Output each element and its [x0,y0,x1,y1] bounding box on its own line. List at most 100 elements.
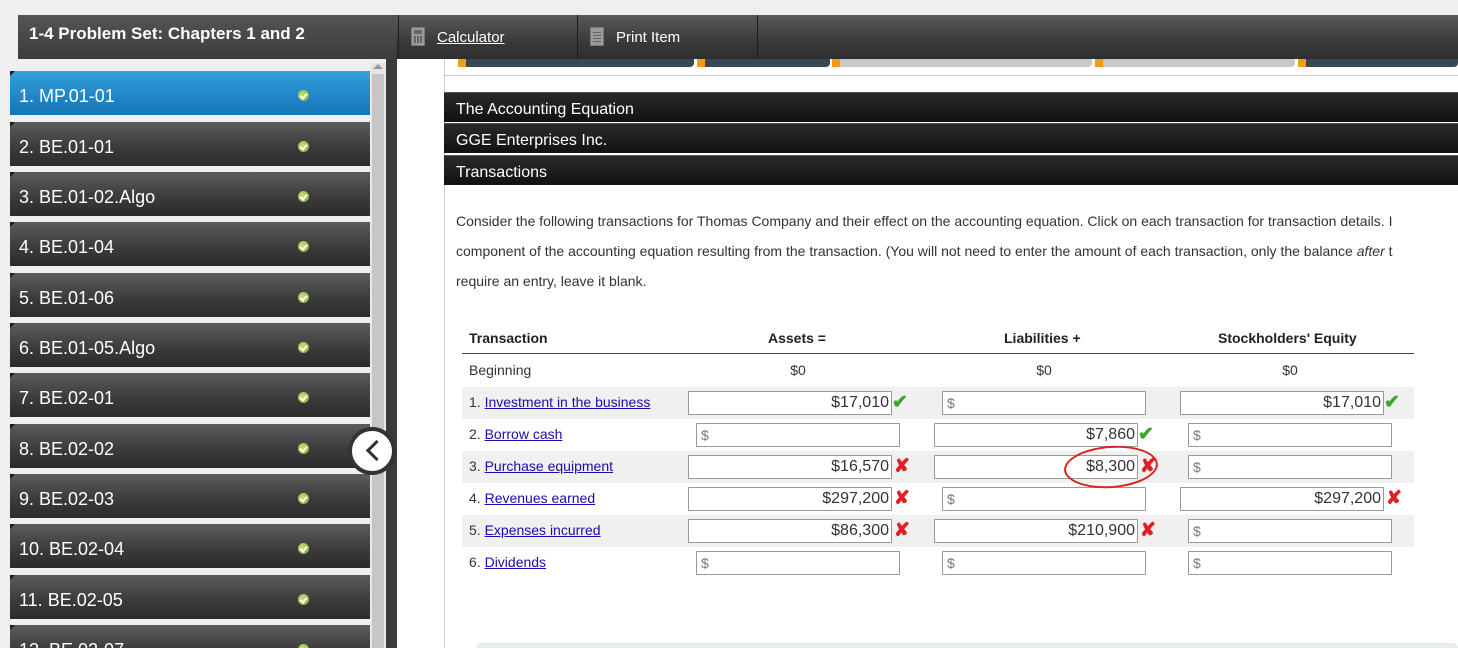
column-header-assets: Assets = [768,330,826,346]
sidebar-item-label: 5. BE.01-06 [19,288,115,308]
print-item-button[interactable]: Print Item [578,15,758,59]
incorrect-x-icon: ✘ [894,488,910,509]
sidebar-item-label: 2. BE.01-01 [19,137,115,157]
check-status-icon [298,493,309,504]
problem-tab[interactable] [832,59,1092,67]
sidebar-item-8[interactable]: 8. BE.02-02 [10,424,370,468]
transaction-link-revenues-earned[interactable]: Revenues earned [485,490,596,506]
sidebar-item-7[interactable]: 7. BE.02-01 [10,373,370,417]
calculator-button[interactable]: Calculator [398,15,578,59]
transaction-link-expenses-incurred[interactable]: Expenses incurred [485,522,601,538]
equity-input-3[interactable]: $ [1188,455,1392,479]
sidebar-item-12[interactable]: 12. BE.02-07 [10,625,370,648]
sidebar-item-1[interactable]: 1. MP.01-01 [10,71,370,115]
problem-tab[interactable] [1095,59,1295,67]
problem-tab[interactable] [697,59,830,67]
assets-input-5[interactable]: $86,300 [688,519,892,543]
heading-transactions: Transactions [444,155,1458,185]
liabilities-input-4[interactable]: $ [942,487,1146,511]
assets-input-6[interactable]: $ [696,551,900,575]
column-header-equity: Stockholders' Equity [1218,330,1357,346]
check-status-icon [298,543,309,554]
calculator-label: Calculator [437,29,505,46]
question-list: 1. MP.01-01 2. BE.01-01 3. BE.01-02.Algo… [10,63,370,648]
document-icon [590,27,604,46]
transaction-cell: 1. Investment in the business [469,394,651,410]
sidebar-item-5[interactable]: 5. BE.01-06 [10,273,370,317]
table-row: 3. Purchase equipment $16,570 ✘ $8,300 ✘… [462,451,1414,483]
sidebar-item-label: 4. BE.01-04 [19,237,115,257]
check-status-icon [298,443,309,454]
collapse-sidebar-chevron-left-icon[interactable] [348,427,396,475]
check-status-icon [298,191,309,202]
beginning-liabilities: $0 [1036,362,1052,378]
assets-input-3[interactable]: $16,570 [688,455,892,479]
incorrect-x-icon: ✘ [1140,520,1156,541]
assets-input-4[interactable]: $297,200 [688,487,892,511]
incorrect-x-icon: ✘ [894,520,910,541]
dollar-sign: $ [947,555,955,571]
dollar-sign: $ [1193,459,1201,475]
check-status-icon [298,342,309,353]
dollar-sign: $ [947,395,955,411]
sidebar-item-2[interactable]: 2. BE.01-01 [10,122,370,166]
transaction-cell: 4. Revenues earned [469,490,596,506]
table-row: 1. Investment in the business $17,010 ✔ … [462,387,1414,419]
sidebar-item-label: 3. BE.01-02.Algo [19,187,156,207]
assets-input-1[interactable]: $17,010 [688,391,892,415]
column-header-liabilities: Liabilities + [1004,330,1081,346]
equity-input-6[interactable]: $ [1188,551,1392,575]
sidebar-item-4[interactable]: 4. BE.01-04 [10,222,370,266]
sidebar-item-3[interactable]: 3. BE.01-02.Algo [10,172,370,216]
calculator-icon [411,27,425,46]
sidebar-item-11[interactable]: 11. BE.02-05 [10,575,370,619]
equity-input-2[interactable]: $ [1188,423,1392,447]
transaction-cell: 2. Borrow cash [469,426,563,442]
sidebar-item-label: 8. BE.02-02 [19,439,115,459]
table-row-beginning: Beginning $0 $0 $0 [462,355,1414,387]
dollar-sign: $ [1193,523,1201,539]
dollar-sign: $ [701,427,709,443]
correct-check-icon: ✔ [892,392,908,413]
transaction-link-investment[interactable]: Investment in the business [485,394,651,410]
transaction-cell: 5. Expenses incurred [469,522,601,538]
transaction-cell: 6. Dividends [469,554,547,570]
equity-input-5[interactable]: $ [1188,519,1392,543]
scroll-up-arrow-icon[interactable] [373,64,383,69]
problem-tab[interactable] [1298,59,1458,67]
equity-input-4[interactable]: $297,200 [1180,487,1384,511]
sidebar-divider [386,59,397,648]
check-status-icon [298,90,309,101]
sidebar-item-label: 1. MP.01-01 [19,86,115,106]
dollar-sign: $ [1193,555,1201,571]
check-status-icon [298,292,309,303]
beginning-assets: $0 [790,362,806,378]
liabilities-input-1[interactable]: $ [942,391,1146,415]
print-item-label: Print Item [616,29,681,46]
check-status-icon [298,141,309,152]
dollar-sign: $ [1193,427,1201,443]
liabilities-input-6[interactable]: $ [942,551,1146,575]
table-row: 2. Borrow cash $ $7,860 ✔ $ [462,419,1414,451]
table-header-rule [462,353,1414,354]
problem-tab[interactable] [458,59,694,67]
check-status-icon [298,241,309,252]
sidebar-scroll-thumb[interactable] [372,74,384,648]
sidebar-item-10[interactable]: 10. BE.02-04 [10,524,370,568]
transaction-link-dividends[interactable]: Dividends [485,554,546,570]
assets-input-2[interactable]: $ [696,423,900,447]
column-header-transaction: Transaction [469,330,548,346]
table-row: 4. Revenues earned $297,200 ✘ $ $297,200… [462,483,1414,515]
instructions-line-2: component of the accounting equation res… [456,243,1393,259]
sidebar-item-9[interactable]: 9. BE.02-03 [10,474,370,518]
instructions-text: Consider the following transactions for … [456,206,1458,296]
top-bar: 1-4 Problem Set: Chapters 1 and 2 Calcul… [18,15,1458,59]
transaction-link-borrow-cash[interactable]: Borrow cash [485,426,563,442]
sidebar-item-6[interactable]: 6. BE.01-05.Algo [10,323,370,367]
liabilities-input-5[interactable]: $210,900 [934,519,1138,543]
equity-input-1[interactable]: $17,010 [1180,391,1384,415]
beginning-label: Beginning [469,362,532,378]
transaction-link-purchase-equipment[interactable]: Purchase equipment [485,458,613,474]
liabilities-input-2[interactable]: $7,860 [934,423,1138,447]
sidebar-item-label: 6. BE.01-05.Algo [19,338,156,358]
